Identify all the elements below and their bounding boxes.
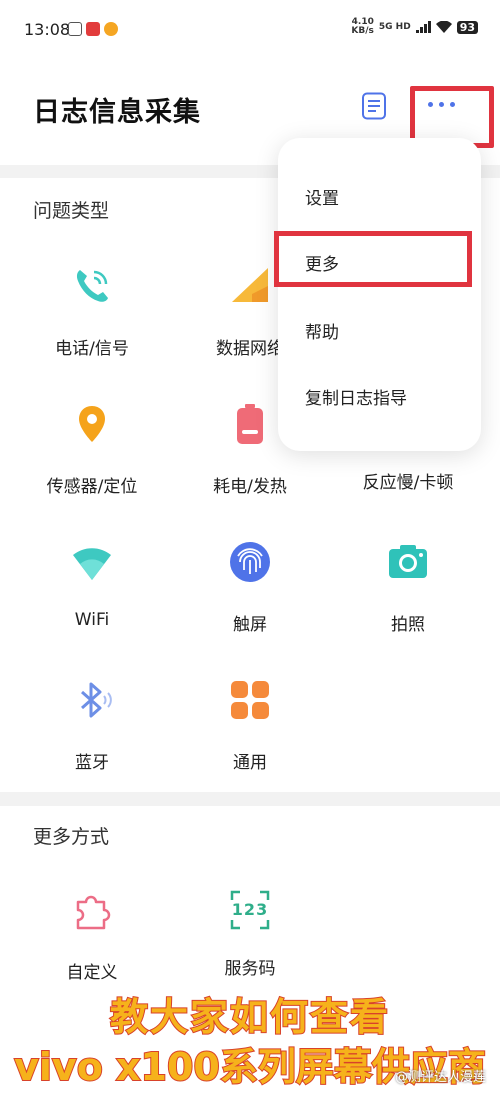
fingerprint-icon [230,542,270,582]
highlight-box-more-item [274,231,472,287]
problem-item-camera[interactable]: 拍照 [338,540,478,635]
item-label: 电话/信号 [55,339,129,359]
problem-item-sensor[interactable]: 传感器/定位 [22,402,162,497]
item-label: 耗电/发热 [213,477,287,497]
item-label: 拍照 [391,615,425,635]
item-label: 传感器/定位 [46,477,138,497]
method-item-custom[interactable]: 自定义 [22,888,162,983]
battery-icon [237,404,263,444]
grid-icon [231,681,269,719]
item-label: 蓝牙 [75,753,109,773]
problem-item-general[interactable]: 通用 [180,678,320,773]
chat-app-icon [68,22,82,36]
wifi-status-icon [435,21,452,33]
item-label: 通用 [233,753,267,773]
service-code-icon: 123 [228,888,272,932]
news-app-icon [86,22,100,36]
status-bar: 13:08 4.10 KB/s 5G HD 93 [0,0,500,60]
net-speed: 4.10 KB/s [351,17,374,36]
weibo-icon [104,22,118,36]
item-label: WiFi [74,610,110,630]
document-icon[interactable] [360,92,388,120]
watermark: @测评达人漫莲 [394,1070,486,1085]
caption-line-1: 教大家如何查看 [109,994,390,1040]
bluetooth-icon [81,682,112,718]
menu-item-settings[interactable]: 设置 [305,184,339,209]
battery-level: 93 [456,20,478,34]
phone-icon [76,270,108,302]
section-title-problem-types: 问题类型 [33,200,110,222]
problem-item-phone[interactable]: 电话/信号 [22,264,162,359]
camera-icon [389,545,427,578]
problem-item-wifi[interactable]: WiFi [22,540,162,630]
problem-item-touch[interactable]: 触屏 [180,540,320,635]
more-methods-card: 更多方式 自定义 123 服务码 [0,806,500,1006]
page-title: 日志信息采集 [33,97,201,128]
wifi-icon [73,548,111,580]
puzzle-icon [76,895,111,930]
signal-bars-icon [232,268,268,302]
item-label: 反应慢/卡顿 [362,473,454,493]
menu-item-help[interactable]: 帮助 [305,318,339,343]
status-right: 4.10 KB/s 5G HD 93 [351,18,478,36]
section-title-more-methods: 更多方式 [33,826,110,848]
location-pin-icon [79,406,105,442]
signal-icon [415,21,431,33]
network-type: 5G HD [378,22,411,32]
service-code-digits: 123 [231,900,269,919]
menu-item-copy-log-guide[interactable]: 复制日志指导 [305,384,407,409]
notification-icons [68,22,118,36]
caption-overlay: 教大家如何查看 vivo x100系列屏幕供应商 @测评达人漫莲 [0,980,500,1111]
item-label: 服务码 [224,959,276,979]
overflow-menu: 设置 更多 帮助 复制日志指导 [278,138,481,451]
problem-item-bluetooth[interactable]: 蓝牙 [22,678,162,773]
item-label: 触屏 [233,615,267,635]
method-item-service-code[interactable]: 123 服务码 [180,888,320,979]
status-time: 13:08 [24,20,71,39]
